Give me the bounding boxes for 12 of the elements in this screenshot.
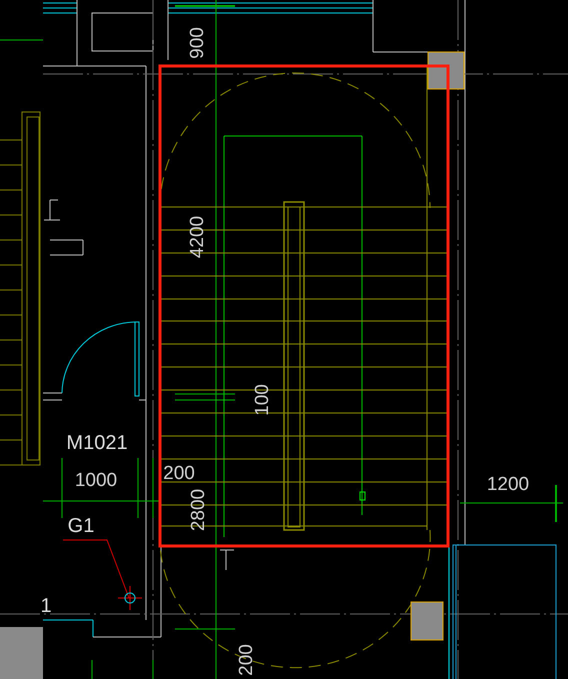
cad-canvas[interactable]: 900 4200 100 M1021 1000 200 2800 1200 G1 1 200	[0, 0, 568, 679]
tag-text: M1021	[66, 432, 128, 454]
dimension-text: 100	[252, 384, 273, 416]
dimension-text: 4200	[187, 216, 208, 258]
dimension-text: 2800	[188, 488, 209, 532]
dimension-text: 200	[236, 644, 257, 676]
tag-text: 1	[40, 595, 52, 617]
dimension-text: 900	[187, 27, 208, 59]
tag-text: G1	[68, 515, 94, 537]
dimension-text: 200	[163, 463, 195, 484]
dimension-text: 1200	[486, 474, 530, 495]
dimension-text: 1000	[74, 470, 118, 491]
